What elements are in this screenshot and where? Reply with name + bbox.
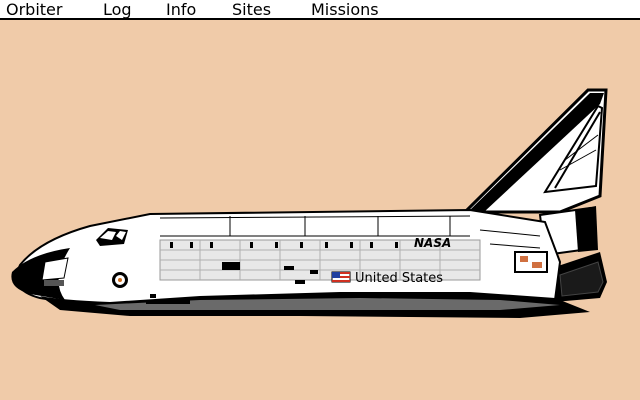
menu-sites[interactable]: Sites <box>232 0 271 19</box>
country-label: United States <box>355 271 443 286</box>
nasa-logo: NASA <box>414 236 451 250</box>
menu-log[interactable]: Log <box>103 0 132 19</box>
menu-info[interactable]: Info <box>166 0 196 19</box>
menu-missions[interactable]: Missions <box>311 0 379 19</box>
desktop-screen: Orbiter Log Info Sites Missions NASA Uni… <box>0 0 640 400</box>
us-flag-icon <box>331 271 351 283</box>
mission-emblem <box>112 272 128 288</box>
menu-orbiter[interactable]: Orbiter <box>6 0 62 19</box>
menu-bar: Orbiter Log Info Sites Missions <box>0 0 640 20</box>
tail-fin <box>461 88 608 214</box>
landing-gear-door <box>146 300 190 304</box>
orbiter-illustration: NASA United States <box>11 88 608 318</box>
